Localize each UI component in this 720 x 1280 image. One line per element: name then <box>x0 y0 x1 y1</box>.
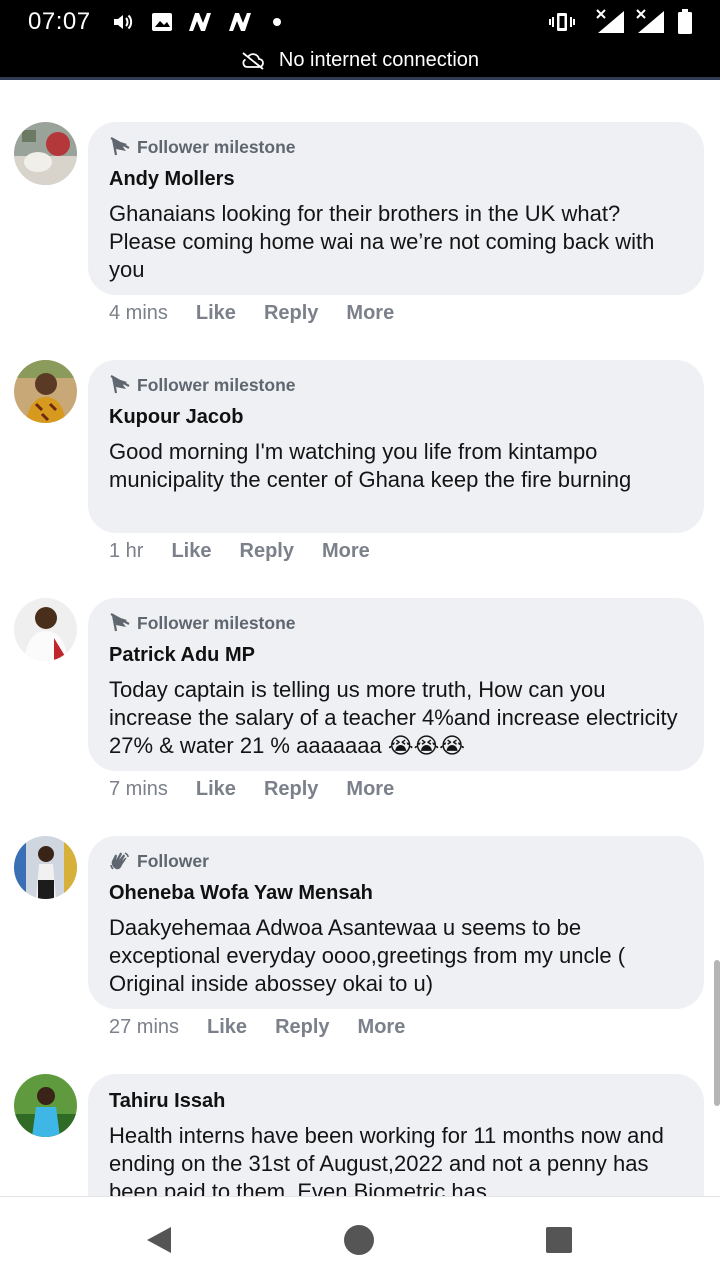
home-button[interactable] <box>342 1223 376 1257</box>
back-button[interactable] <box>142 1223 176 1257</box>
wave-hand-icon <box>110 852 129 870</box>
flag-icon <box>110 613 130 632</box>
comment-text: Health interns have been working for 11 … <box>109 1123 664 1196</box>
comment-bubble[interactable]: Follower milestone Kupour Jacob Good mor… <box>88 360 704 533</box>
flag-icon <box>110 137 130 156</box>
comment-time[interactable]: 4 mins <box>109 302 168 325</box>
scrollbar-thumb[interactable] <box>714 960 720 1106</box>
comment-actions: 7 mins Like Reply More <box>109 778 422 801</box>
signal-icon <box>594 9 628 34</box>
back-triangle-icon <box>147 1227 171 1253</box>
system-nav-bar <box>0 1196 720 1280</box>
battery-icon <box>676 9 694 34</box>
comment-time[interactable]: 7 mins <box>109 778 168 801</box>
comment-text: Today captain is telling us more truth, … <box>109 677 678 758</box>
avatar[interactable] <box>14 360 77 423</box>
reply-button[interactable]: Reply <box>264 302 318 325</box>
more-button[interactable]: More <box>346 778 394 801</box>
reply-button[interactable]: Reply <box>275 1016 329 1039</box>
more-button[interactable]: More <box>346 302 394 325</box>
like-button[interactable]: Like <box>196 778 236 801</box>
more-button[interactable]: More <box>322 540 370 563</box>
dot-icon <box>270 10 284 34</box>
reply-button[interactable]: Reply <box>240 540 294 563</box>
like-button[interactable]: Like <box>196 302 236 325</box>
comment-text: Good morning I'm watching you life from … <box>109 439 632 492</box>
n-app-icon <box>186 10 214 34</box>
like-button[interactable]: Like <box>171 540 211 563</box>
offline-banner: No internet connection <box>0 44 720 80</box>
avatar[interactable] <box>14 122 77 185</box>
follower-badge: Follower milestone <box>109 374 684 396</box>
recents-button[interactable] <box>542 1223 576 1257</box>
flag-icon <box>110 375 130 394</box>
volume-icon <box>110 10 136 34</box>
comment-bubble[interactable]: Tahiru Issah Health interns have been wo… <box>88 1074 704 1196</box>
signal-icon <box>634 9 668 34</box>
reply-button[interactable]: Reply <box>264 778 318 801</box>
comment-author[interactable]: Kupour Jacob <box>109 404 684 430</box>
comment-actions: 1 hr Like Reply More <box>109 540 398 563</box>
comment-text: Daakyehemaa Adwoa Asantewaa u seems to b… <box>109 915 626 996</box>
comment-bubble[interactable]: Follower milestone Andy Mollers Ghanaian… <box>88 122 704 295</box>
like-button[interactable]: Like <box>207 1016 247 1039</box>
screen: 07:07 No internet connection Follower mi… <box>0 0 720 1280</box>
vibrate-icon <box>548 10 576 34</box>
follower-badge: Follower milestone <box>109 612 684 634</box>
comment-author[interactable]: Patrick Adu MP <box>109 642 684 668</box>
follower-badge: Follower milestone <box>109 136 684 158</box>
status-time: 07:07 <box>28 8 91 35</box>
comment-author[interactable]: Andy Mollers <box>109 166 684 192</box>
avatar[interactable] <box>14 1074 77 1137</box>
comment-actions: 27 mins Like Reply More <box>109 1016 433 1039</box>
comment-text: Ghanaians looking for their brothers in … <box>109 201 655 282</box>
cloud-off-icon <box>242 51 264 70</box>
more-button[interactable]: More <box>358 1016 406 1039</box>
comment-author[interactable]: Tahiru Issah <box>109 1088 684 1114</box>
comment-time[interactable]: 1 hr <box>109 540 143 563</box>
avatar[interactable] <box>14 598 77 661</box>
offline-text: No internet connection <box>278 49 480 71</box>
comment-bubble[interactable]: Follower milestone Patrick Adu MP Today … <box>88 598 704 771</box>
comment-feed[interactable]: Follower milestone Andy Mollers Ghanaian… <box>0 80 720 1196</box>
status-bar: 07:07 <box>0 0 720 44</box>
comment-actions: 4 mins Like Reply More <box>109 302 422 325</box>
image-icon <box>150 10 174 34</box>
home-circle-icon <box>344 1225 374 1255</box>
comment-time[interactable]: 27 mins <box>109 1016 179 1039</box>
avatar[interactable] <box>14 836 77 899</box>
follower-badge: Follower <box>109 850 684 872</box>
comment-author[interactable]: Oheneba Wofa Yaw Mensah <box>109 880 684 906</box>
n-app-icon <box>226 10 254 34</box>
comment-bubble[interactable]: Follower Oheneba Wofa Yaw Mensah Daakyeh… <box>88 836 704 1009</box>
recents-square-icon <box>546 1227 572 1253</box>
